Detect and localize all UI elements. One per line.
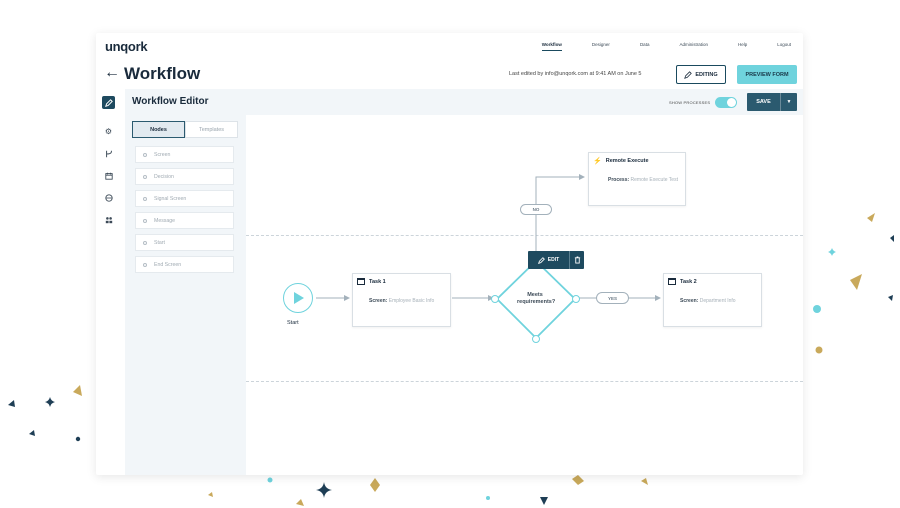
remote-header: ⚡ Remote Execute — [593, 157, 649, 165]
palette-item-label: Screen — [154, 151, 171, 158]
palette-item-signal-screen[interactable]: Signal Screen — [135, 190, 234, 207]
pencil-icon — [684, 70, 693, 79]
editor-toolbar: Workflow Editor SHOW PROCESSES SAVE ▼ — [125, 89, 803, 115]
palette-item-end-screen[interactable]: End Screen — [135, 256, 234, 273]
palette-list: Screen Decision Signal Screen Message St… — [135, 146, 234, 278]
remote-title: Remote Execute — [605, 158, 649, 164]
edit-label: EDIT — [547, 257, 560, 263]
save-dropdown-icon[interactable]: ▼ — [780, 93, 797, 111]
nav-logout[interactable]: Logout — [777, 42, 791, 47]
tab-nodes[interactable]: Nodes — [132, 121, 185, 138]
users-icon[interactable] — [102, 213, 115, 226]
palette-item-label: Start — [154, 239, 165, 246]
palette-item-decision[interactable]: Decision — [135, 168, 234, 185]
save-button[interactable]: SAVE ▼ — [747, 93, 797, 111]
window-icon — [357, 278, 365, 285]
node-palette: Nodes Templates Screen Decision Signal S… — [125, 115, 246, 475]
gear-icon[interactable]: ⚙ — [102, 125, 115, 138]
palette-item-label: Message — [154, 217, 176, 224]
lightning-icon: ⚡ — [593, 158, 602, 165]
back-arrow-icon[interactable]: ← — [104, 64, 120, 82]
save-label: SAVE — [756, 99, 771, 105]
task2-body: Screen: Department Info — [680, 298, 760, 304]
start-node[interactable] — [283, 283, 313, 313]
remote-process-key: Process: — [608, 177, 630, 183]
delete-icon[interactable] — [569, 251, 584, 269]
palette-item-label: Signal Screen — [154, 195, 187, 202]
palette-tabs: Nodes Templates — [132, 121, 238, 138]
show-processes-label: SHOW PROCESSES — [669, 100, 711, 105]
edit-button[interactable]: EDIT — [528, 256, 569, 264]
globe-icon[interactable] — [102, 191, 115, 204]
task1-node[interactable]: Task 1 Screen: Employee Basic Info — [352, 273, 451, 327]
last-edited-text: Last edited by info@unqork.com at 9:41 A… — [509, 71, 642, 77]
top-nav: unqork Workflow Designer Data Administra… — [96, 33, 803, 59]
task1-title: Task 1 — [369, 278, 386, 285]
left-rail: ⚙ — [96, 91, 125, 475]
task1-screen-value: Employee Basic Info — [388, 298, 435, 304]
remote-body: Process: Remote Execute Test — [605, 177, 681, 184]
no-pill[interactable]: NO — [520, 204, 552, 215]
branch-icon[interactable] — [102, 147, 115, 160]
nav-help[interactable]: Help — [738, 42, 747, 47]
workflow-canvas[interactable]: Start Task 1 Screen: Employee Basic Info… — [246, 115, 803, 475]
nav-workflow[interactable]: Workflow — [541, 42, 563, 51]
nav-administration[interactable]: Administration — [679, 42, 708, 47]
editor-title: Workflow Editor — [132, 96, 209, 107]
task2-header: Task 2 — [668, 278, 697, 285]
palette-item-message[interactable]: Message — [135, 212, 234, 229]
calendar-icon[interactable] — [102, 169, 115, 182]
palette-item-screen[interactable]: Screen — [135, 146, 234, 163]
task2-screen-value: Department Info — [699, 298, 736, 304]
node-dot-icon — [143, 174, 147, 179]
app-window: unqork Workflow Designer Data Administra… — [96, 33, 803, 475]
editing-button[interactable]: EDITING — [676, 65, 726, 84]
nav-data[interactable]: Data — [640, 42, 650, 47]
node-dot-icon — [143, 152, 147, 157]
pencil-icon[interactable] — [102, 96, 115, 109]
editing-label: EDITING — [695, 71, 718, 78]
palette-item-label: Decision — [154, 173, 174, 180]
start-label: Start — [287, 320, 299, 326]
yes-pill[interactable]: YES — [596, 292, 629, 304]
decision-toolbar: EDIT — [528, 251, 584, 269]
tab-templates[interactable]: Templates — [185, 121, 238, 138]
node-dot-icon — [143, 262, 147, 267]
remote-execute-node[interactable]: ⚡ Remote Execute Process: Remote Execute… — [588, 152, 686, 206]
task1-header: Task 1 — [357, 278, 386, 285]
nav-designer[interactable]: Designer — [592, 42, 610, 47]
pencil-icon — [537, 256, 545, 264]
show-processes-toggle[interactable] — [715, 97, 737, 108]
node-dot-icon — [143, 196, 147, 201]
nav-links: Workflow Designer Data Administration He… — [512, 42, 791, 51]
node-dot-icon — [143, 218, 147, 223]
window-icon — [668, 278, 676, 285]
task2-screen-key: Screen: — [680, 298, 699, 304]
logo: unqork — [105, 39, 148, 54]
palette-item-label: End Screen — [154, 261, 182, 268]
palette-item-start[interactable]: Start — [135, 234, 234, 251]
task2-node[interactable]: Task 2 Screen: Department Info — [663, 273, 762, 327]
decision-label[interactable]: Meets requirements? — [517, 292, 555, 306]
node-dot-icon — [143, 240, 147, 245]
task1-body: Screen: Employee Basic Info — [369, 298, 447, 305]
title-bar: ← Workflow Last edited by info@unqork.co… — [96, 59, 803, 89]
play-icon — [294, 292, 304, 304]
remote-process-value: Remote Execute Test — [630, 177, 678, 183]
preview-form-button[interactable]: PREVIEW FORM — [737, 65, 797, 84]
task2-title: Task 2 — [680, 278, 697, 285]
page-title: Workflow — [124, 64, 201, 83]
task1-screen-key: Screen: — [369, 298, 388, 304]
